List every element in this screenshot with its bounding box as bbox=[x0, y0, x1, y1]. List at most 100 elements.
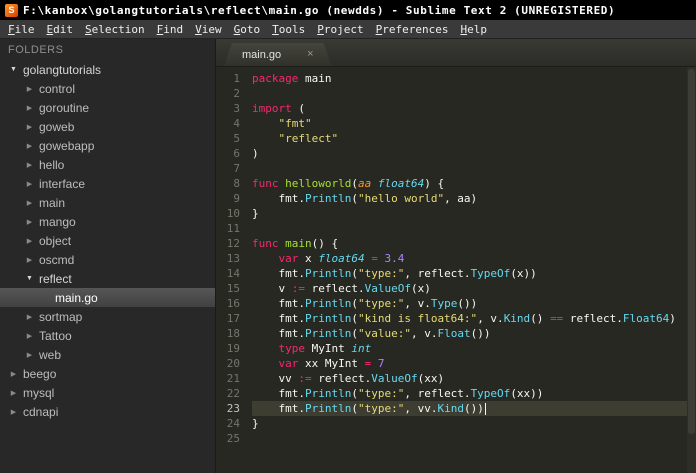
sublime-app-icon: S bbox=[5, 3, 18, 17]
menu-tools[interactable]: Tools bbox=[266, 21, 311, 38]
tree-item-tattoo[interactable]: ▶ Tattoo bbox=[0, 326, 215, 345]
line-content: func helloworld(aa float64) { bbox=[252, 177, 445, 190]
line-number: 22 bbox=[226, 387, 240, 400]
code-line-10: 10} bbox=[216, 206, 696, 221]
line-number: 25 bbox=[226, 432, 240, 445]
code-line-20: 20 var xx MyInt = 7 bbox=[216, 356, 696, 371]
tree-item-sortmap[interactable]: ▶ sortmap bbox=[0, 307, 215, 326]
folder-arrow-icon[interactable]: ▶ bbox=[24, 332, 35, 340]
menu-goto[interactable]: Goto bbox=[228, 21, 267, 38]
tab-label: main.go bbox=[242, 48, 282, 61]
line-content: type MyInt int bbox=[278, 342, 372, 355]
tree-item-mango[interactable]: ▶ mango bbox=[0, 212, 215, 231]
tree-item-goroutine[interactable]: ▶ goroutine bbox=[0, 98, 215, 117]
folder-arrow-icon[interactable]: ▶ bbox=[24, 123, 35, 131]
folder-arrow-icon[interactable]: ▶ bbox=[24, 161, 35, 169]
folder-arrow-icon[interactable]: ▶ bbox=[8, 408, 19, 416]
code-line-6: 6) bbox=[216, 146, 696, 161]
menu-bar: File Edit Selection Find View Goto Tools Projec… bbox=[0, 20, 696, 39]
menu-view[interactable]: View bbox=[189, 21, 228, 38]
line-content: import ( bbox=[252, 102, 305, 115]
main-area: FOLDERS ▼ golangtutorials ▶ control ▶ gorouti… bbox=[0, 39, 696, 473]
sidebar: FOLDERS ▼ golangtutorials ▶ control ▶ gorouti… bbox=[0, 39, 215, 473]
tree-item-label: reflect bbox=[39, 271, 72, 286]
folder-arrow-icon[interactable]: ▼ bbox=[24, 275, 35, 282]
tree-item-mysql[interactable]: ▶ mysql bbox=[0, 383, 215, 402]
folder-arrow-icon[interactable]: ▶ bbox=[24, 256, 35, 264]
tree-item-hello[interactable]: ▶ hello bbox=[0, 155, 215, 174]
tree-item-cdnapi[interactable]: ▶ cdnapi bbox=[0, 402, 215, 421]
tree-item-label: sortmap bbox=[39, 309, 83, 324]
folder-arrow-icon[interactable]: ▶ bbox=[24, 199, 35, 207]
menu-selection[interactable]: Selection bbox=[79, 21, 151, 38]
code-line-5: 5 "reflect" bbox=[216, 131, 696, 146]
tree-item-label: Tattoo bbox=[39, 328, 72, 343]
code-line-12: 12 func main() { bbox=[216, 236, 696, 251]
code-editor[interactable]: 1 package main 2 3 import (4 "fmt" 5 "reflect… bbox=[216, 67, 696, 473]
tree-item-main-go[interactable]: main.go bbox=[0, 288, 215, 307]
tab-main-go[interactable]: main.go × bbox=[224, 43, 332, 66]
menu-file[interactable]: File bbox=[2, 21, 41, 38]
line-number: 19 bbox=[226, 342, 240, 355]
tree-item-label: cdnapi bbox=[23, 404, 59, 419]
folder-arrow-icon[interactable]: ▶ bbox=[24, 218, 35, 226]
folder-arrow-icon[interactable]: ▶ bbox=[24, 313, 35, 321]
folder-arrow-icon[interactable]: ▼ bbox=[8, 66, 19, 73]
code-line-11: 11 bbox=[216, 221, 696, 236]
tree-item-golangtutorials[interactable]: ▼ golangtutorials bbox=[0, 60, 215, 79]
line-content: v := reflect.ValueOf(x) bbox=[252, 282, 431, 295]
menu-edit[interactable]: Edit bbox=[41, 21, 80, 38]
folder-arrow-icon[interactable]: ▶ bbox=[24, 85, 35, 93]
folder-arrow-icon[interactable]: ▶ bbox=[24, 237, 35, 245]
line-content: "reflect" bbox=[278, 132, 339, 145]
line-number: 11 bbox=[226, 222, 240, 235]
tree-item-oscmd[interactable]: ▶ oscmd bbox=[0, 250, 215, 269]
menu-project[interactable]: Project bbox=[311, 21, 369, 38]
code-line-7: 7 bbox=[216, 161, 696, 176]
tree-item-interface[interactable]: ▶ interface bbox=[0, 174, 215, 193]
line-content bbox=[252, 161, 696, 176]
tree-item-beego[interactable]: ▶ beego bbox=[0, 364, 215, 383]
tree-item-label: main.go bbox=[55, 290, 98, 305]
code-line-1: 1 package main bbox=[216, 71, 696, 86]
menu-help[interactable]: Help bbox=[454, 21, 493, 38]
line-content: vv := reflect.ValueOf(xx) bbox=[252, 372, 445, 385]
tab-close-icon[interactable]: × bbox=[307, 49, 313, 60]
code-line-13: 13 var x float64 = 3.4 bbox=[216, 251, 696, 266]
tree-item-goweb[interactable]: ▶ goweb bbox=[0, 117, 215, 136]
code-line-22: 22 fmt.Println("type:", reflect.TypeOf(x… bbox=[216, 386, 696, 401]
line-number: 4 bbox=[233, 117, 240, 130]
title-bar: S F:\kanbox\golangtutorials\reflect\main… bbox=[0, 0, 696, 20]
scrollbar-thumb[interactable] bbox=[688, 69, 695, 435]
folder-arrow-icon[interactable]: ▶ bbox=[24, 351, 35, 359]
folder-arrow-icon[interactable]: ▶ bbox=[24, 104, 35, 112]
folder-arrow-icon[interactable]: ▶ bbox=[24, 142, 35, 150]
folder-arrow-icon[interactable]: ▶ bbox=[8, 389, 19, 397]
line-content: fmt.Println("hello world", aa) bbox=[252, 192, 478, 205]
tree-item-control[interactable]: ▶ control bbox=[0, 79, 215, 98]
menu-preferences[interactable]: Preferences bbox=[370, 21, 455, 38]
line-number: 21 bbox=[226, 372, 240, 385]
line-content: fmt.Println("type:", v.Type()) bbox=[252, 297, 478, 310]
line-number: 13 bbox=[226, 252, 240, 265]
folder-arrow-icon[interactable]: ▶ bbox=[8, 370, 19, 378]
tree-item-object[interactable]: ▶ object bbox=[0, 231, 215, 250]
line-number: 10 bbox=[226, 207, 240, 220]
line-number: 23 bbox=[226, 402, 240, 415]
code-line-17: 17 fmt.Println("kind is float64:", v.Kin… bbox=[216, 311, 696, 326]
tree-item-reflect[interactable]: ▼ reflect bbox=[0, 269, 215, 288]
editor-scrollbar[interactable] bbox=[687, 67, 696, 473]
menu-find[interactable]: Find bbox=[151, 21, 190, 38]
tree-item-main[interactable]: ▶ main bbox=[0, 193, 215, 212]
folder-arrow-icon[interactable]: ▶ bbox=[24, 180, 35, 188]
tree-item-gowebapp[interactable]: ▶ gowebapp bbox=[0, 136, 215, 155]
line-number: 17 bbox=[226, 312, 240, 325]
tree-item-web[interactable]: ▶ web bbox=[0, 345, 215, 364]
line-number: 18 bbox=[226, 327, 240, 340]
line-content: } bbox=[252, 417, 259, 430]
line-content: ) bbox=[252, 147, 259, 160]
line-content: fmt.Println("value:", v.Float()) bbox=[252, 327, 491, 340]
tree-item-label: golangtutorials bbox=[23, 62, 102, 77]
line-number: 9 bbox=[233, 192, 240, 205]
line-number: 1 bbox=[233, 72, 240, 85]
